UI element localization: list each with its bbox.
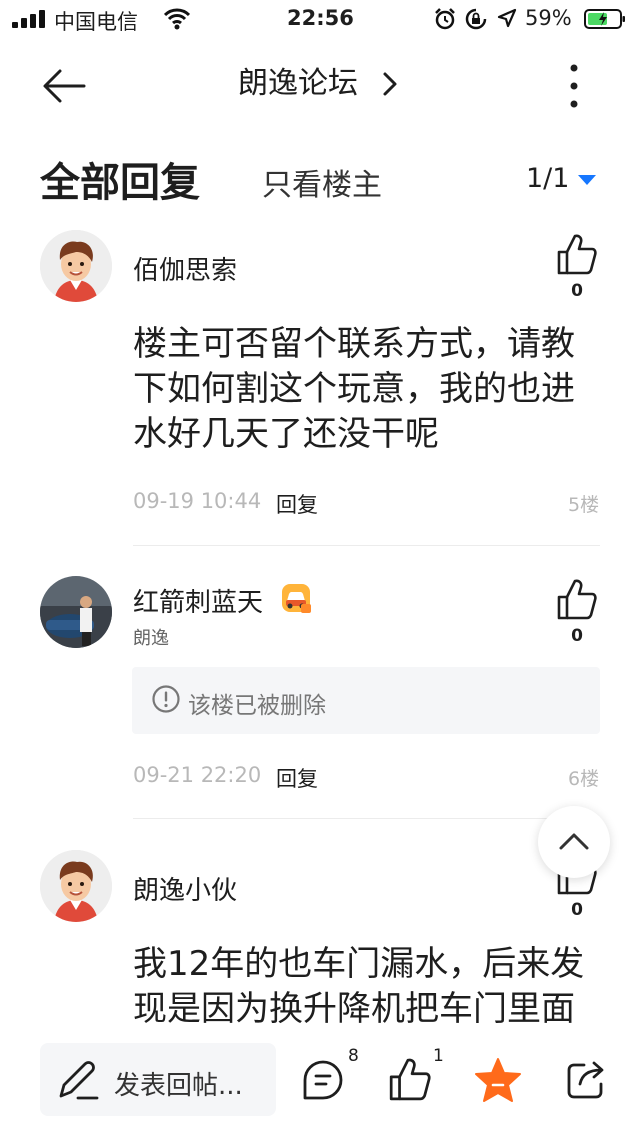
rotation-lock-icon — [465, 8, 487, 30]
post-date: 09-19 10:44 — [133, 489, 262, 513]
wifi-icon — [164, 8, 190, 30]
reply-button[interactable]: 回复 — [276, 763, 318, 793]
comment-count-badge: 8 — [348, 1046, 359, 1066]
tab-owner-only[interactable]: 只看楼主 — [262, 160, 382, 204]
floor-number: 6楼 — [568, 768, 600, 790]
content-line: 楼主可否留个联系方式，请教 — [133, 324, 575, 364]
thumbs-up-icon[interactable] — [556, 232, 598, 276]
battery-icon — [584, 9, 625, 29]
post-content: 楼主可否留个联系方式，请教 下如何割这个玩意，我的也进 水好几天了还没干呢 — [133, 322, 613, 457]
page-dropdown-icon[interactable] — [578, 175, 596, 185]
post-content: 我12年的也车门漏水，后来发 现是因为换升降机把车门里面 — [133, 942, 613, 1032]
post-date: 09-21 22:20 — [133, 763, 262, 787]
content-line: 现是因为换升降机把车门里面 — [133, 989, 575, 1029]
chevron-up-icon — [559, 833, 589, 850]
like-count: 0 — [571, 281, 583, 301]
car-badge-icon — [282, 584, 311, 613]
like-count: 0 — [571, 900, 583, 920]
signal-icon — [12, 10, 45, 28]
back-arrow-icon[interactable] — [40, 62, 88, 110]
content-line: 我12年的也车门漏水，后来发 — [133, 944, 585, 984]
floor-number: 5楼 — [568, 494, 600, 516]
alarm-icon — [435, 8, 455, 30]
thumbs-up-icon[interactable] — [556, 577, 598, 621]
avatar[interactable] — [40, 576, 112, 648]
avatar[interactable] — [40, 850, 112, 922]
reply-button[interactable]: 回复 — [276, 489, 318, 519]
page-indicator[interactable]: 1/1 — [526, 163, 569, 194]
compose-placeholder[interactable]: 发表回帖... — [114, 1065, 243, 1102]
divider — [133, 545, 600, 546]
tab-all-replies[interactable]: 全部回复 — [40, 150, 200, 208]
star-icon[interactable] — [474, 1057, 522, 1103]
more-vertical-icon[interactable] — [560, 62, 588, 110]
battery-percentage: 59% — [525, 6, 572, 30]
info-icon — [152, 685, 180, 713]
status-bar: 中国电信 22:56 59% — [0, 0, 640, 40]
share-icon[interactable] — [564, 1058, 608, 1102]
post-username[interactable]: 红箭刺蓝天 — [133, 582, 263, 619]
forum-title[interactable]: 朗逸论坛 — [238, 58, 358, 102]
divider — [133, 818, 600, 819]
thumbs-up-icon[interactable] — [388, 1056, 432, 1102]
like-count-badge: 1 — [433, 1046, 444, 1066]
user-subtitle: 朗逸 — [133, 628, 169, 649]
post-username[interactable]: 佰伽思索 — [133, 250, 237, 287]
like-count: 0 — [571, 626, 583, 646]
content-line: 水好几天了还没干呢 — [133, 414, 439, 454]
status-time: 22:56 — [287, 6, 354, 30]
edit-icon — [59, 1061, 99, 1100]
avatar[interactable] — [40, 230, 112, 302]
location-icon — [497, 8, 517, 28]
chevron-right-icon[interactable] — [382, 70, 398, 98]
deleted-notice-text: 该楼已被删除 — [188, 693, 326, 719]
scroll-to-top-button[interactable] — [538, 806, 610, 878]
comment-icon[interactable] — [301, 1058, 345, 1102]
content-line: 下如何割这个玩意，我的也进 — [133, 369, 575, 409]
post-username[interactable]: 朗逸小伙 — [133, 870, 237, 907]
carrier-label: 中国电信 — [54, 10, 138, 34]
